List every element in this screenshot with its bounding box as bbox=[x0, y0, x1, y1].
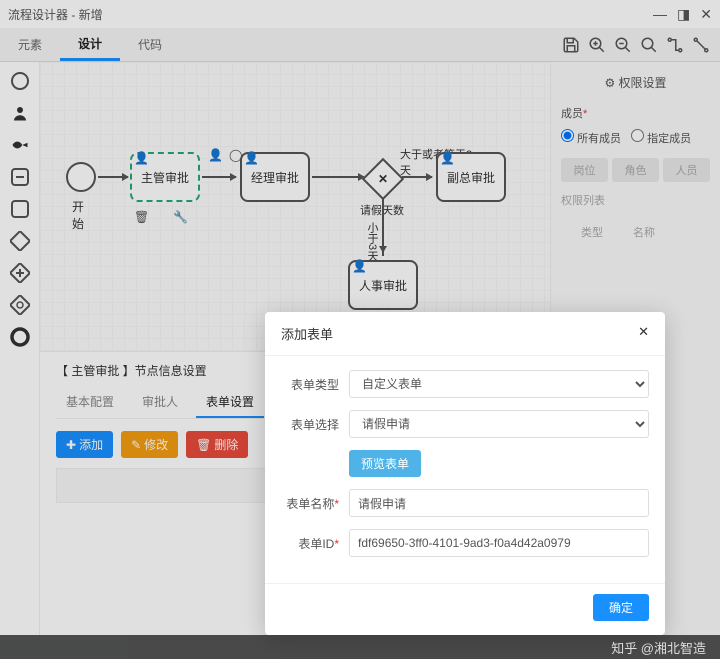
watermark: 知乎 @湘北智造 bbox=[0, 635, 720, 659]
form-type-label: 表单类型 bbox=[281, 376, 349, 393]
form-name-input[interactable] bbox=[349, 489, 649, 517]
form-select-label: 表单选择 bbox=[281, 416, 349, 433]
form-id-input[interactable] bbox=[349, 529, 649, 557]
modal-close-icon[interactable]: ✕ bbox=[638, 324, 649, 343]
form-select[interactable]: 请假申请 bbox=[349, 410, 649, 438]
form-id-label: 表单ID bbox=[281, 535, 349, 552]
add-form-modal: 添加表单 ✕ 表单类型 自定义表单 表单选择 请假申请 预览表单 表单名称 表单… bbox=[265, 312, 665, 635]
form-type-select[interactable]: 自定义表单 bbox=[349, 370, 649, 398]
form-name-label: 表单名称 bbox=[281, 495, 349, 512]
preview-form-button[interactable]: 预览表单 bbox=[349, 450, 421, 477]
modal-title: 添加表单 bbox=[281, 324, 333, 343]
ok-button[interactable]: 确定 bbox=[593, 594, 649, 621]
